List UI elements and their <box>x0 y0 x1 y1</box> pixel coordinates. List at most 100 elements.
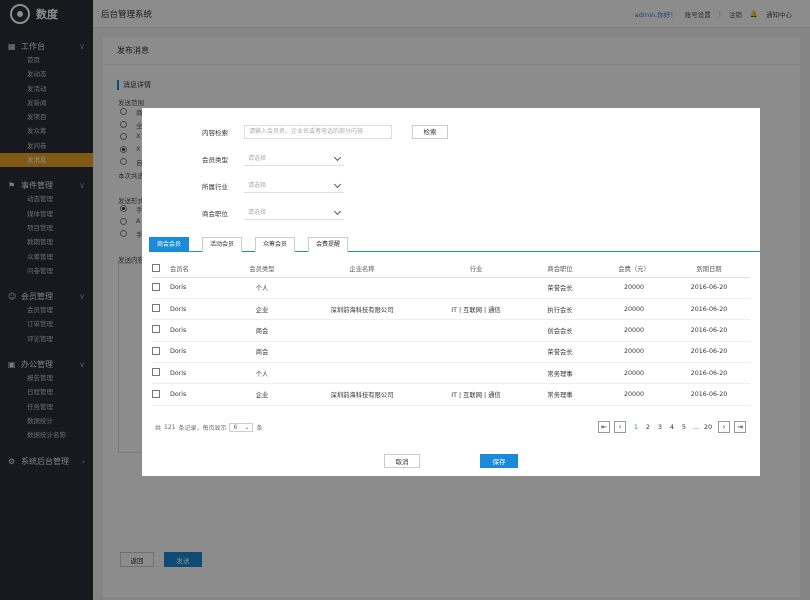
page-size-select[interactable]: 6 ⌄ <box>229 423 254 432</box>
chevron-down-icon <box>333 207 342 216</box>
last-page-icon[interactable]: ⇥ <box>734 421 746 433</box>
table-cell: 20000 <box>600 362 668 385</box>
next-page-icon[interactable]: › <box>718 421 730 433</box>
table-cell: 企业 <box>232 383 292 406</box>
table-cell: 2016-06-20 <box>668 277 750 299</box>
total-count: 121 <box>164 424 176 431</box>
table-cell: 20000 <box>600 298 668 321</box>
table-cell: 2016-06-20 <box>668 362 750 385</box>
position-row: 商会职位 请选择 <box>202 206 344 220</box>
member-tabs: 商会会员 活动会员 众筹会员 会费提醒 <box>149 237 760 252</box>
table-cell: 深圳前海科技有限公司 <box>292 298 432 321</box>
search-row: 内容检索 请输入会员名、企业名或者电话的部分内容 检索 <box>202 125 448 139</box>
table-cell: 个人 <box>232 277 292 299</box>
table-cell: 常务理事 <box>520 383 600 406</box>
page-number[interactable]: 4 <box>666 423 678 431</box>
table-cell: Doris <box>170 319 232 342</box>
page-ellipsis: ... <box>692 423 700 431</box>
first-page-icon[interactable]: ⇤ <box>598 421 610 433</box>
table-cell: 个人 <box>232 362 292 385</box>
position-select[interactable]: 请选择 <box>244 206 344 220</box>
member-type-select[interactable]: 请选择 <box>244 152 344 166</box>
page-size-value: 6 <box>233 424 238 431</box>
tab-fee-reminder[interactable]: 会费提醒 <box>308 237 348 252</box>
table-cell <box>432 362 520 385</box>
page-number[interactable]: 1 <box>630 423 642 431</box>
tab-crowdfund-members[interactable]: 众筹会员 <box>255 237 295 252</box>
col-header: 商会职位 <box>520 261 600 278</box>
member-type-label: 会员类型 <box>202 156 228 164</box>
row-checkbox[interactable] <box>152 304 160 313</box>
table-cell <box>292 341 432 364</box>
table-cell: 20000 <box>600 383 668 406</box>
table-header-row: 会员名 会员类型 企业名称 行业 商会职位 会费（元） 到期日期 <box>152 261 750 278</box>
tab-chamber-members[interactable]: 商会会员 <box>149 237 189 252</box>
row-checkbox[interactable] <box>152 346 160 355</box>
table-cell: Doris <box>170 298 232 321</box>
col-header: 行业 <box>432 261 520 278</box>
select-all-checkbox[interactable] <box>152 263 160 272</box>
select-placeholder: 请选择 <box>248 155 267 162</box>
table-cell: Doris <box>170 341 232 364</box>
table-cell: 商会 <box>232 319 292 342</box>
member-table: 会员名 会员类型 企业名称 行业 商会职位 会费（元） 到期日期 Doris 个人… <box>152 261 750 406</box>
table-cell <box>432 319 520 342</box>
col-header: 会费（元） <box>600 261 668 278</box>
search-label: 内容检索 <box>202 129 228 137</box>
table-cell: IT | 互联网 | 通信 <box>432 298 520 321</box>
table-row[interactable]: Doris 商会 荣誉会长 20000 2016-06-20 <box>152 341 750 364</box>
row-checkbox[interactable] <box>152 282 160 291</box>
pager-info: 共 121 条记录，每页显示 6 ⌄ 条 <box>155 423 263 432</box>
table-cell <box>432 277 520 299</box>
table-cell: 荣誉会长 <box>520 341 600 364</box>
table-cell: Doris <box>170 362 232 385</box>
search-button[interactable]: 检索 <box>412 125 448 139</box>
table-row[interactable]: Doris 个人 荣誉会长 20000 2016-06-20 <box>152 277 750 299</box>
select-placeholder: 请选择 <box>248 209 267 216</box>
position-label: 商会职位 <box>202 210 228 218</box>
table-cell: IT | 互联网 | 通信 <box>432 383 520 406</box>
industry-select[interactable]: 请选择 <box>244 179 344 193</box>
tab-event-members[interactable]: 活动会员 <box>202 237 242 252</box>
save-button[interactable]: 保存 <box>480 454 518 468</box>
page-number[interactable]: 5 <box>678 423 690 431</box>
table-cell: 创会会长 <box>520 319 600 342</box>
table-cell <box>292 362 432 385</box>
industry-row: 所属行业 请选择 <box>202 179 344 193</box>
col-header: 会员名 <box>170 261 232 278</box>
table-cell: 执行会长 <box>520 298 600 321</box>
table-row[interactable]: Doris 企业 深圳前海科技有限公司 IT | 互联网 | 通信 常务理事 20000 2… <box>152 383 750 406</box>
table-cell: 2016-06-20 <box>668 341 750 364</box>
row-checkbox[interactable] <box>152 389 160 398</box>
search-input[interactable]: 请输入会员名、企业名或者电话的部分内容 <box>244 125 392 139</box>
row-checkbox[interactable] <box>152 368 160 377</box>
table-cell: 20000 <box>600 277 668 299</box>
pager-text: 条 <box>256 425 263 432</box>
table-cell: 常务理事 <box>520 362 600 385</box>
table-cell: 20000 <box>600 341 668 364</box>
table-cell: 2016-06-20 <box>668 319 750 342</box>
page-number[interactable]: 2 <box>642 423 654 431</box>
row-checkbox[interactable] <box>152 325 160 334</box>
table-cell: 企业 <box>232 298 292 321</box>
col-header: 到期日期 <box>668 261 750 278</box>
cancel-button[interactable]: 取消 <box>384 454 420 468</box>
table-cell: 2016-06-20 <box>668 383 750 406</box>
pager-text: 共 <box>155 425 162 432</box>
table-cell: 2016-06-20 <box>668 298 750 321</box>
member-type-row: 会员类型 请选择 <box>202 152 344 166</box>
table-cell: 深圳前海科技有限公司 <box>292 383 432 406</box>
table-row[interactable]: Doris 个人 常务理事 20000 2016-06-20 <box>152 362 750 385</box>
table-cell: Doris <box>170 277 232 299</box>
page-number[interactable]: 20 <box>702 423 714 431</box>
page-number[interactable]: 3 <box>654 423 666 431</box>
col-header: 会员类型 <box>232 261 292 278</box>
chevron-down-icon <box>333 153 342 162</box>
table-row[interactable]: Doris 商会 创会会长 20000 2016-06-20 <box>152 319 750 342</box>
prev-page-icon[interactable]: ‹ <box>614 421 626 433</box>
table-cell <box>292 319 432 342</box>
chevron-down-icon: ⌄ <box>244 424 250 431</box>
table-cell: Doris <box>170 383 232 406</box>
pagination: ⇤ ‹ 1 2 3 4 5... 20 › ⇥ <box>594 421 746 433</box>
table-row[interactable]: Doris 企业 深圳前海科技有限公司 IT | 互联网 | 通信 执行会长 20000 2… <box>152 298 750 321</box>
